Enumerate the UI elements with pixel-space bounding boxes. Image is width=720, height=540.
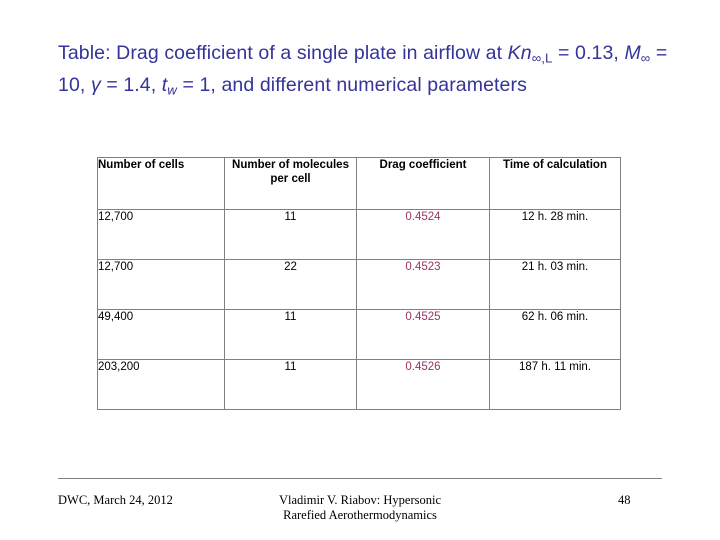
cell-drag-coefficient: 0.4524 bbox=[356, 209, 490, 260]
title-symbol-mach: M bbox=[624, 42, 641, 64]
column-header-time-of-calculation: Time of calculation bbox=[489, 157, 621, 210]
title-symbol-mach-subscript: ∞ bbox=[640, 50, 651, 66]
cell-drag-coefficient: 0.4525 bbox=[356, 309, 490, 360]
cell-molecules-per-cell: 11 bbox=[224, 359, 357, 410]
cell-drag-coefficient: 0.4523 bbox=[356, 259, 490, 310]
cell-molecules-per-cell: 11 bbox=[224, 209, 357, 260]
footer-center-line1: Vladimir V. Riabov: Hypersonic bbox=[278, 493, 442, 507]
cell-number-of-cells: 49,400 bbox=[97, 309, 225, 360]
title-text-part1: Table: Drag coefficient of a single plat… bbox=[58, 42, 508, 64]
table-row: 12,700 22 0.4523 21 h. 03 min. bbox=[97, 259, 621, 310]
title-symbol-kn: Kn bbox=[507, 42, 532, 64]
page-title: Table: Drag coefficient of a single plat… bbox=[58, 40, 678, 103]
table-row: 203,200 11 0.4526 187 h. 11 min. bbox=[97, 359, 621, 410]
column-header-drag-coefficient: Drag coefficient bbox=[356, 157, 490, 210]
title-text-part2: = 0.13, bbox=[552, 42, 625, 64]
cell-time-of-calculation: 12 h. 28 min. bbox=[489, 209, 621, 260]
footer-left-text: DWC, March 24, 2012 bbox=[58, 493, 173, 507]
cell-number-of-cells: 12,700 bbox=[97, 209, 225, 260]
table-row: 49,400 11 0.4525 62 h. 06 min. bbox=[97, 309, 621, 360]
results-table: Number of cells Number of molecules per … bbox=[97, 157, 621, 410]
cell-time-of-calculation: 62 h. 06 min. bbox=[489, 309, 621, 360]
title-symbol-tw-subscript: w bbox=[167, 82, 177, 98]
title-text-part4: = 1.4, bbox=[100, 73, 162, 96]
footer-center-line2: Rarefied Aerothermodynamics bbox=[283, 508, 437, 522]
footer-divider bbox=[58, 478, 662, 479]
cell-drag-coefficient: 0.4526 bbox=[356, 359, 490, 410]
title-text-part5: = 1, and different numerical parameters bbox=[176, 73, 527, 96]
column-header-number-of-cells: Number of cells bbox=[97, 157, 225, 210]
cell-time-of-calculation: 21 h. 03 min. bbox=[489, 259, 621, 310]
cell-number-of-cells: 203,200 bbox=[97, 359, 225, 410]
page-number: 48 bbox=[618, 493, 631, 507]
title-symbol-gamma: γ bbox=[90, 73, 101, 96]
cell-molecules-per-cell: 22 bbox=[224, 259, 357, 310]
footer-center-text: Vladimir V. Riabov: Hypersonic Rarefied … bbox=[230, 493, 490, 523]
title-symbol-kn-subscript: ∞,L bbox=[531, 50, 553, 66]
cell-number-of-cells: 12,700 bbox=[97, 259, 225, 310]
column-header-molecules-per-cell: Number of molecules per cell bbox=[224, 157, 357, 210]
slide: Table: Drag coefficient of a single plat… bbox=[0, 0, 720, 540]
cell-molecules-per-cell: 11 bbox=[224, 309, 357, 360]
table-header-row: Number of cells Number of molecules per … bbox=[97, 157, 621, 210]
cell-time-of-calculation: 187 h. 11 min. bbox=[489, 359, 621, 410]
table-row: 12,700 11 0.4524 12 h. 28 min. bbox=[97, 209, 621, 260]
